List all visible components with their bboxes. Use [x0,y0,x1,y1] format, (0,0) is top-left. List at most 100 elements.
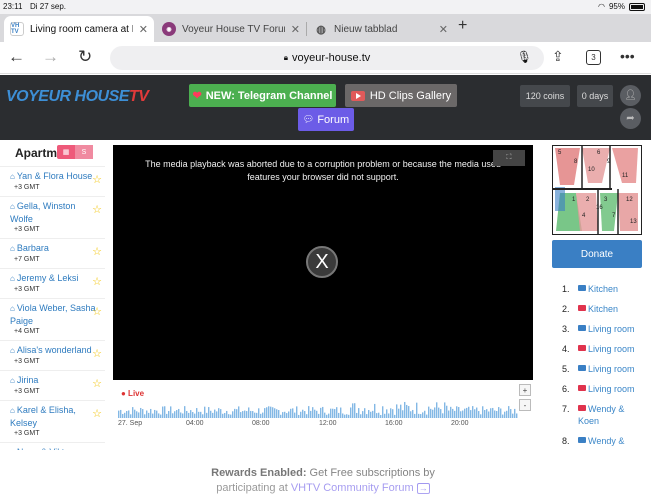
apartment-name[interactable]: ⌂ Jeremy & Leksi [10,272,98,285]
activity-bar [178,408,180,418]
forward-arrow-icon[interactable]: → [42,47,59,67]
more-menu-icon[interactable]: ••• [620,48,635,64]
activity-bar [360,414,362,418]
camera-item[interactable]: 6. Living room [562,383,647,395]
camera-item[interactable]: 8. Wendy & [562,435,647,447]
camera-label[interactable]: Wendy & [588,436,624,446]
camera-item[interactable]: 1. Kitchen [562,283,647,295]
timeline-label: 12:00 [319,420,337,427]
activity-bar [394,414,396,418]
star-icon[interactable]: ☆ [92,203,102,216]
forum-button[interactable]: 💬︎ Forum [298,108,354,131]
browser-tab-new[interactable]: ◍ Nieuw tabblad ✕ [308,16,454,42]
apartment-name[interactable]: ⌂ Jirina [10,374,98,387]
tab-overview-button[interactable]: 3 [586,50,601,65]
vhtv-favicon-icon: VH TV [10,22,24,36]
camera-label[interactable]: Kitchen [588,304,618,314]
camera-label[interactable]: Kitchen [588,284,618,294]
star-icon[interactable]: ☆ [92,347,102,360]
activity-bar [130,414,132,418]
apartment-item[interactable]: ⌂ Barbara +7 GMT ☆ [0,238,105,268]
apartment-name[interactable]: ⌂ Karel & Elisha, Kelsey [10,404,98,429]
user-icon[interactable]: 👤︎ [620,85,641,106]
browser-tab-active[interactable]: VH TV Living room camera at M… ✕ [4,16,154,42]
star-icon[interactable]: ☆ [92,245,102,258]
new-tab-icon[interactable]: + [458,17,467,35]
community-forum-link[interactable]: VHTV Community Forum [291,482,414,494]
share-icon[interactable]: ⇪ [552,48,564,65]
activity-bar [302,409,304,418]
apartment-item[interactable]: ⌂ Viola Weber, Sasha Paige +4 GMT ☆ [0,298,105,340]
activity-bar [456,406,458,418]
star-icon[interactable]: ☆ [92,449,102,450]
zoom-in-button[interactable]: + [519,384,531,396]
star-icon[interactable]: ☆ [92,305,102,318]
camera-item[interactable]: 5. Living room [562,363,647,375]
activity-bar [308,406,310,418]
apartment-name[interactable]: ⌂ Yan & Flora House [10,170,98,183]
apartment-item[interactable]: ⌂ Jirina +3 GMT ☆ [0,370,105,400]
close-tab-icon[interactable]: ✕ [439,23,448,36]
video-player[interactable]: The media playback was aborted due to a … [113,145,533,380]
grid-view-icon[interactable]: ▦ [57,145,75,159]
timeline[interactable]: ● Live 27. Sep 04:00 08:00 12:00 16:00 20:00 … [113,382,533,432]
days-badge[interactable]: 0 days [577,85,613,107]
camera-label[interactable]: Living room [588,364,635,374]
star-icon[interactable]: ☆ [92,275,102,288]
activity-bar [246,411,248,418]
apartment-name[interactable]: ⌂ Alisa's wonderland [10,344,98,357]
close-tab-icon[interactable]: ✕ [139,23,148,36]
activity-bar [278,410,280,418]
list-view-icon[interactable]: S [75,145,93,159]
activity-bar [464,408,466,418]
camera-label[interactable]: Living room [588,324,635,334]
share-arrow-icon[interactable]: ➦ [620,108,641,129]
microphone-icon[interactable]: 🎙︎ [517,50,532,64]
star-icon[interactable]: ☆ [92,377,102,390]
arrow-right-icon[interactable]: → [416,483,430,494]
site-logo[interactable]: VOYEUR HOUSETV [6,88,149,106]
apartment-floorplan[interactable]: 5 68 910111 2 316124 713 [552,145,642,235]
apartment-name[interactable]: ⌂ Gella, Winston Wolfe [10,200,98,225]
star-icon[interactable]: ☆ [92,407,102,420]
activity-bar [134,409,136,418]
fullscreen-icon[interactable]: ⛶ [493,150,525,166]
apartment-timezone: +4 GMT [14,328,40,335]
browser-tab-forum[interactable]: ◉ Voyeur House TV Forum… ✕ [156,16,306,42]
camera-item[interactable]: 3. Living room [562,323,647,335]
coins-badge[interactable]: 120 coins [520,85,570,107]
telegram-channel-button[interactable]: ❤ NEW: Telegram Channel [189,84,336,107]
activity-bar [238,406,240,418]
activity-bar [452,408,454,418]
apartment-name[interactable]: ⌂ Barbara [10,242,98,255]
apartment-item[interactable]: ⌂ Jeremy & Leksi +3 GMT ☆ [0,268,105,298]
camera-item[interactable]: 2. Kitchen [562,303,647,315]
apartment-item[interactable]: ⌂ Karel & Elisha, Kelsey +3 GMT ☆ [0,400,105,442]
apartment-item[interactable]: ⌂ Alisa's wonderland +3 GMT ☆ [0,340,105,370]
zoom-out-button[interactable]: - [519,399,531,411]
back-arrow-icon[interactable]: ← [8,47,25,67]
live-indicator[interactable]: ● Live [121,389,144,398]
activity-sparkline[interactable] [118,398,518,418]
apartment-item[interactable]: ⌂Nena & Viktor☆ [0,442,105,450]
donate-button[interactable]: Donate [552,240,642,268]
activity-bar [200,411,202,418]
timeline-label: 08:00 [252,420,270,427]
activity-bar [304,411,306,418]
address-bar[interactable]: 🔒︎ voyeur-house.tv 🎙︎ [110,46,544,70]
hd-clips-gallery-button[interactable]: HD Clips Gallery [345,84,457,107]
close-x-icon[interactable]: X [306,246,338,278]
close-tab-icon[interactable]: ✕ [291,23,300,36]
apartment-item[interactable]: ⌂ Gella, Winston Wolfe +3 GMT ☆ [0,196,105,238]
apartment-name[interactable]: ⌂ Viola Weber, Sasha Paige [10,302,98,327]
camera-item[interactable]: 7. Wendy & Koen [562,403,647,427]
apartment-item[interactable]: ⌂ Yan & Flora House +3 GMT ☆ [0,166,105,196]
apartment-name[interactable]: ⌂Nena & Viktor [10,446,98,450]
camera-item[interactable]: 4. Living room [562,343,647,355]
camera-label[interactable]: Living room [588,384,635,394]
activity-bar [282,412,284,418]
reload-icon[interactable]: ↻ [78,47,92,67]
view-toggle[interactable]: ▦ S [57,145,93,159]
camera-label[interactable]: Living room [588,344,635,354]
star-icon[interactable]: ☆ [92,173,102,186]
